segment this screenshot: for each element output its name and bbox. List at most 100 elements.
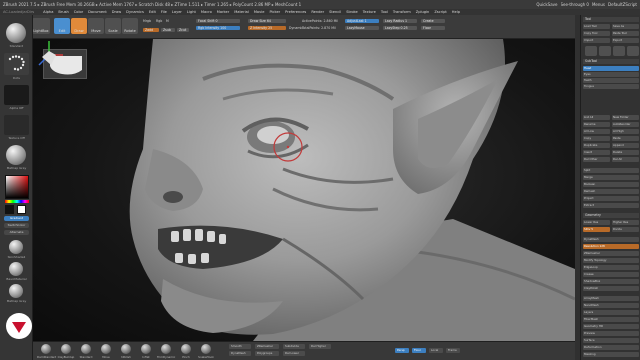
dynamesh-section[interactable]: DynaMesh <box>583 237 639 242</box>
delete-button[interactable]: Delete <box>612 150 639 155</box>
subtool-tongue[interactable]: Tongue <box>583 84 639 89</box>
menu-help[interactable]: Help <box>452 10 460 14</box>
focal-shift-slider[interactable]: Focal Shift 0 <box>196 19 240 23</box>
menu-marker[interactable]: Marker <box>217 10 229 14</box>
brush-hpolish[interactable]: hPolish <box>117 344 135 359</box>
brush-move[interactable]: Move <box>97 344 115 359</box>
subtool-teeth[interactable]: Teeth <box>583 78 639 83</box>
brush-trimdynamic[interactable]: TrimDynamic <box>157 344 175 359</box>
menu-zplugin[interactable]: Zplugin <box>416 10 430 14</box>
subtool-header[interactable]: SubTool <box>583 59 639 64</box>
menu-stencil[interactable]: Stencil <box>329 10 341 14</box>
tool-thumb-polymesh-icon[interactable] <box>627 46 639 56</box>
menu-draw[interactable]: Draw <box>112 10 121 14</box>
draw-mode-button[interactable]: Draw <box>71 18 87 34</box>
menu-file[interactable]: File <box>161 10 167 14</box>
del-lower-button[interactable]: Del Lower <box>283 351 305 356</box>
material-icon[interactable] <box>6 145 26 165</box>
skinshade-material-icon[interactable] <box>9 240 23 254</box>
menu-color[interactable]: Color <box>74 10 83 14</box>
paste-tool-button[interactable]: Paste Tool <box>612 31 639 36</box>
menu-dynamics[interactable]: Dynamics <box>126 10 144 14</box>
all-low-button[interactable]: All Low <box>583 129 610 134</box>
deformation-section[interactable]: Deformation <box>583 345 639 350</box>
append-button[interactable]: Append <box>612 143 639 148</box>
tool-thumb-sphere-icon[interactable] <box>599 46 611 56</box>
nanomesh-section[interactable]: NanoMesh <box>583 303 639 308</box>
menu-texture[interactable]: Texture <box>363 10 376 14</box>
mrgb-toggle[interactable]: Mrgb <box>143 19 151 23</box>
masking-section[interactable]: Masking <box>583 352 639 357</box>
split-section[interactable]: Split <box>583 168 639 173</box>
resolution-slider[interactable]: Resolution 128 <box>583 244 639 249</box>
adjust-last-slider[interactable]: AdjustLast 1 <box>345 19 379 23</box>
tool-thumb-head-icon[interactable] <box>585 46 597 56</box>
floor-button[interactable]: Floor <box>421 26 445 30</box>
dynamic-toggle[interactable]: Dynamic <box>289 26 303 30</box>
menu-stroke[interactable]: Stroke <box>346 10 357 14</box>
alpha-off-icon[interactable] <box>4 85 29 105</box>
frame-button[interactable]: Frame <box>446 348 460 353</box>
edgeloop-section[interactable]: EdgeLoop <box>583 265 639 270</box>
menu-alpha[interactable]: Alpha <box>43 10 53 14</box>
main-color-swatch[interactable] <box>17 205 26 214</box>
quicksave-button[interactable]: QuickSave <box>536 2 557 7</box>
preview-section[interactable]: Preview <box>583 331 639 336</box>
new-folder-button[interactable]: New Folder <box>612 115 639 120</box>
all-high-button[interactable]: All High <box>612 129 639 134</box>
brush-snakehook[interactable]: SnakeHook <box>197 344 215 359</box>
save-as-button[interactable]: Save As <box>612 24 639 29</box>
move-mode-button[interactable]: Move <box>88 18 104 34</box>
lazy-step-slider[interactable]: LazyStep 0.25 <box>383 26 417 30</box>
auto-reorder-button[interactable]: AutoReorder <box>612 122 639 127</box>
menu-movie[interactable]: Movie <box>254 10 265 14</box>
standard-brush-icon[interactable] <box>6 23 26 43</box>
menu-picker[interactable]: Picker <box>269 10 280 14</box>
menu-transform[interactable]: Transform <box>393 10 411 14</box>
edit-mode-button[interactable]: Edit <box>54 18 70 34</box>
import-button[interactable]: Import <box>583 38 610 43</box>
tool-header[interactable]: Tool <box>583 17 639 22</box>
crease-section[interactable]: Crease <box>583 272 639 277</box>
extract-section[interactable]: Extract <box>583 203 639 208</box>
higher-res-button[interactable]: Higher Res <box>612 220 639 225</box>
brush-claybuildup[interactable]: ClayBuildup <box>57 344 75 359</box>
polygroups-button[interactable]: Polygroups <box>255 351 279 356</box>
copy-tool-button[interactable]: Copy Tool <box>583 31 610 36</box>
claypolish-section[interactable]: ClayPolish <box>583 286 639 291</box>
lazy-radius-slider[interactable]: Lazy Radius 1 <box>383 19 417 23</box>
modify-topology-section[interactable]: Modify Topology <box>583 258 639 263</box>
merge-section[interactable]: Merge <box>583 175 639 180</box>
menu-tool[interactable]: Tool <box>381 10 388 14</box>
tool-thumb-cube-icon[interactable] <box>613 46 625 56</box>
zremesher-button[interactable]: ZRemesher <box>255 344 279 349</box>
menu-layer[interactable]: Layer <box>172 10 182 14</box>
layers-section[interactable]: Layers <box>583 310 639 315</box>
insert-button[interactable]: Insert <box>583 150 610 155</box>
alternate-button[interactable]: Alternate <box>4 230 29 235</box>
surface-section[interactable]: Surface <box>583 338 639 343</box>
menu-edit[interactable]: Edit <box>149 10 156 14</box>
menu-brush[interactable]: Brush <box>58 10 68 14</box>
draw-size-slider[interactable]: Draw Size 64 <box>248 19 286 23</box>
divide-button[interactable]: Divide <box>612 227 639 232</box>
texture-off-icon[interactable] <box>4 115 29 135</box>
menu-macro[interactable]: Macro <box>201 10 212 14</box>
project-section[interactable]: Project <box>583 196 639 201</box>
smooth-button[interactable]: Smooth <box>229 344 251 349</box>
del-higher-button[interactable]: Del Higher <box>309 344 331 349</box>
lightbox-button[interactable]: LightBox <box>32 18 50 34</box>
rgb-intensity-slider[interactable]: Rgb Intensity 100 <box>196 26 240 30</box>
stroke-dots-icon[interactable] <box>4 53 29 75</box>
dynamesh-button[interactable]: DynaMesh <box>229 351 251 356</box>
create-button[interactable]: Create <box>421 19 445 23</box>
export-button[interactable]: Export <box>612 38 639 43</box>
brush-damstandard[interactable]: DamStandard <box>37 344 56 359</box>
menus-toggle[interactable]: Menus <box>592 2 605 7</box>
local-button[interactable]: Local <box>429 348 443 353</box>
geometry-hd-section[interactable]: Geometry HD <box>583 324 639 329</box>
secondary-color-swatch[interactable] <box>5 205 14 214</box>
menu-light[interactable]: Light <box>187 10 196 14</box>
scale-mode-button[interactable]: Scale <box>105 18 121 34</box>
subtool-eyes[interactable]: Eyes <box>583 72 639 77</box>
